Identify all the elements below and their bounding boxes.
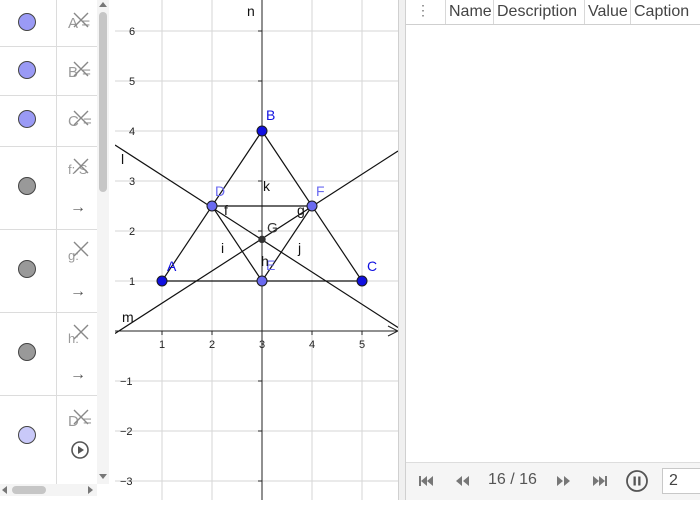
point-E (256, 275, 268, 287)
y-tick-label: −3 (120, 476, 133, 488)
line-label-l: l (121, 151, 124, 167)
next-step-icon[interactable] (554, 471, 574, 491)
line-m (114, 150, 399, 335)
line-label-f: f (224, 202, 228, 218)
table-menu-button[interactable]: ⋮ (406, 0, 446, 24)
column-header-value[interactable]: Value (585, 0, 631, 24)
pause-icon[interactable] (625, 469, 649, 493)
line-label-g: g (297, 202, 305, 218)
point-D (206, 200, 218, 212)
algebra-horizontal-scrollbar[interactable] (0, 484, 97, 496)
point-label-C: C (367, 258, 377, 274)
y-tick-label: 4 (129, 126, 135, 138)
scroll-up-icon[interactable] (99, 1, 107, 9)
delete-icon[interactable] (72, 157, 90, 175)
point-A (156, 275, 168, 287)
visibility-toggle[interactable] (18, 426, 36, 444)
column-header-description[interactable]: Description (494, 0, 585, 24)
y-tick-label: −2 (120, 426, 133, 438)
point-label-D: D (215, 183, 225, 199)
step-counter: 16 / 16 (488, 471, 537, 488)
point-F (306, 200, 318, 212)
output-arrow-icon: → (70, 199, 86, 216)
algebra-row[interactable]: A = (0, 0, 97, 47)
first-step-icon[interactable] (416, 471, 436, 491)
visibility-toggle[interactable] (18, 343, 36, 361)
algebra-vertical-scrollbar[interactable] (97, 0, 109, 484)
x-tick-label: 3 (259, 339, 265, 351)
y-tick-label: 6 (129, 26, 135, 38)
scrollbar-thumb[interactable] (12, 486, 46, 494)
play-speed-input[interactable]: 2 (662, 468, 700, 494)
scrollbar-thumb[interactable] (99, 12, 107, 192)
visibility-toggle[interactable] (18, 110, 36, 128)
x-tick-label: 2 (209, 339, 215, 351)
x-tick-label: 4 (309, 339, 315, 351)
point-G (258, 235, 266, 244)
point-C (356, 275, 368, 287)
point-label-B: B (266, 107, 275, 123)
output-arrow-icon: → (70, 366, 86, 383)
play-slider-icon[interactable] (70, 440, 90, 460)
axis-ticks: 1 2 3 4 5 6 5 4 3 2 1 −1 −2 −3 (120, 26, 365, 488)
grid (115, 0, 398, 500)
y-tick-label: 1 (129, 276, 135, 288)
table-view: ⋮ Name Description Value Caption (406, 0, 700, 500)
point-B (256, 125, 268, 137)
visibility-toggle[interactable] (18, 13, 36, 31)
line-l (114, 144, 399, 329)
algebra-row[interactable]: h: → (0, 313, 97, 396)
construction-protocol-navigation: 16 / 16 2 (406, 462, 700, 500)
algebra-row[interactable]: g: → (0, 230, 97, 313)
line-label-i: i (221, 240, 224, 256)
y-tick-label: 2 (129, 226, 135, 238)
line-label-n: n (247, 3, 255, 19)
previous-step-icon[interactable] (452, 471, 472, 491)
line-labels-layer: n l k f g i j h m (121, 3, 305, 325)
more-vert-icon[interactable]: ⋮ (416, 2, 430, 19)
last-step-icon[interactable] (590, 471, 610, 491)
delete-icon[interactable] (72, 408, 90, 426)
y-tick-label: 5 (129, 76, 135, 88)
delete-icon[interactable] (72, 109, 90, 127)
delete-icon[interactable] (72, 323, 90, 341)
scroll-left-icon[interactable] (1, 486, 9, 494)
geometry-canvas[interactable]: 1 2 3 4 5654321−1−2−3 ABCDEFG nlkf gi jhm (114, 0, 400, 500)
algebra-row[interactable]: C = (0, 96, 97, 147)
graphics-view[interactable]: 1 2 3 4 5 6 5 4 3 2 1 −1 −2 −3 ABCDEFG nlkfgijhm (114, 0, 400, 500)
table-header-row: ⋮ Name Description Value Caption (406, 0, 700, 25)
scroll-right-icon[interactable] (86, 486, 94, 494)
visibility-toggle[interactable] (18, 260, 36, 278)
point-label-G: G (267, 219, 278, 235)
panel-divider[interactable] (398, 0, 406, 500)
algebra-row[interactable]: f: S → (0, 147, 97, 230)
output-arrow-icon: → (70, 283, 86, 300)
column-header-caption[interactable]: Caption (631, 0, 700, 24)
scroll-down-icon[interactable] (99, 472, 107, 480)
visibility-toggle[interactable] (18, 61, 36, 79)
delete-icon[interactable] (72, 240, 90, 258)
column-header-name[interactable]: Name (446, 0, 494, 24)
point-label-A: A (167, 258, 177, 274)
line-label-k: k (263, 178, 271, 194)
point-label-F: F (316, 183, 325, 199)
visibility-toggle[interactable] (18, 177, 36, 195)
line-label-j: j (297, 240, 301, 256)
y-tick-label: 3 (129, 176, 135, 188)
algebra-view: A = B = C = f: S → g: → h: → D = (0, 0, 115, 500)
algebra-row[interactable]: D = (0, 396, 97, 484)
y-tick-label: −1 (120, 376, 133, 388)
x-tick-label: 5 (359, 339, 365, 351)
algebra-row[interactable]: B = (0, 47, 97, 96)
x-tick-label: 1 (159, 339, 165, 351)
delete-icon[interactable] (72, 11, 90, 29)
line-label-m: m (122, 309, 134, 325)
line-label-h: h (261, 253, 269, 269)
delete-icon[interactable] (72, 60, 90, 78)
